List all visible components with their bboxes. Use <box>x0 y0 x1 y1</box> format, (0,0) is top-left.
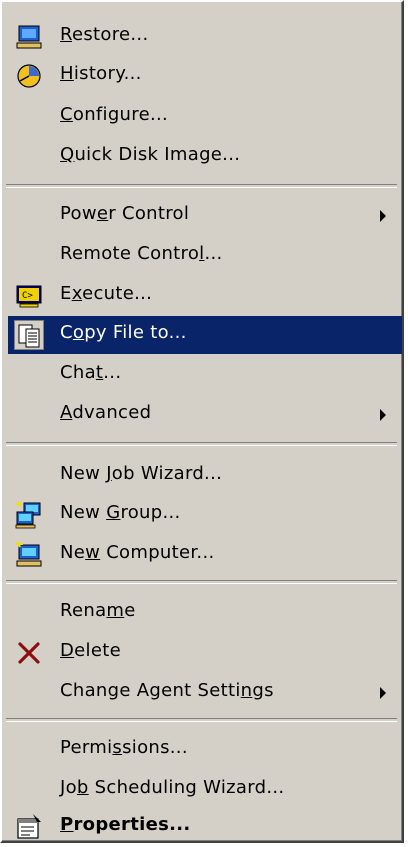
menu-item-copy-file-to[interactable]: Copy File to... <box>8 316 402 354</box>
properties-icon <box>14 812 44 842</box>
menu-item-advanced[interactable]: Advanced <box>8 396 402 434</box>
menu-item-power-control[interactable]: Power Control <box>8 197 402 235</box>
menu-item-label: Power Control <box>60 203 190 224</box>
submenu-arrow-icon <box>380 687 386 699</box>
menu-item-label: Change Agent Settings <box>60 680 274 701</box>
menu-item-delete[interactable]: Delete <box>8 634 402 672</box>
menu-item-history[interactable]: History... <box>8 57 402 95</box>
svg-text:C>: C> <box>22 291 33 301</box>
submenu-arrow-icon <box>380 210 386 222</box>
context-menu: Restore... History... Configure... Quick… <box>0 0 404 843</box>
menu-separator <box>6 580 397 584</box>
menu-item-label: Execute... <box>60 283 153 304</box>
menu-item-label: Delete <box>60 640 121 661</box>
menu-item-label: Chat... <box>60 362 122 383</box>
menu-separator <box>6 718 397 722</box>
menu-item-execute[interactable]: C> Execute... <box>8 277 402 315</box>
menu-item-properties[interactable]: Properties... <box>8 808 402 846</box>
menu-item-rename[interactable]: Rename <box>8 594 402 632</box>
delete-x-icon <box>14 638 44 668</box>
menu-item-job-scheduling-wizard[interactable]: Job Scheduling Wizard... <box>8 771 402 809</box>
copy-file-icon <box>14 320 44 350</box>
menu-separator <box>6 184 397 188</box>
menu-item-label: Rename <box>60 600 136 621</box>
menu-item-label: Permissions... <box>60 737 188 758</box>
computer-restore-icon <box>14 22 44 52</box>
menu-separator <box>6 442 397 446</box>
menu-item-label: Properties... <box>60 814 191 835</box>
new-group-icon <box>14 500 44 530</box>
menu-item-remote-control[interactable]: Remote Control... <box>8 237 402 275</box>
menu-item-label: Job Scheduling Wizard... <box>60 777 285 798</box>
history-clock-icon <box>14 61 44 91</box>
menu-item-label: New Job Wizard... <box>60 463 223 484</box>
menu-item-quick-disk-image[interactable]: Quick Disk Image... <box>8 138 402 176</box>
menu-item-chat[interactable]: Chat... <box>8 356 402 394</box>
submenu-arrow-icon <box>380 409 386 421</box>
menu-item-change-agent-settings[interactable]: Change Agent Settings <box>8 674 402 712</box>
context-menu-body: Restore... History... Configure... Quick… <box>2 2 402 841</box>
menu-item-new-group[interactable]: New Group... <box>8 496 402 534</box>
menu-item-label: Copy File to... <box>60 322 187 343</box>
menu-item-label: Quick Disk Image... <box>60 144 241 165</box>
menu-item-configure[interactable]: Configure... <box>8 98 402 136</box>
menu-item-label: History... <box>60 63 142 84</box>
execute-console-icon: C> <box>14 281 44 311</box>
menu-item-label: Advanced <box>60 402 152 423</box>
menu-item-label: New Group... <box>60 502 181 523</box>
menu-item-restore[interactable]: Restore... <box>8 18 402 56</box>
menu-item-new-computer[interactable]: New Computer... <box>8 536 402 574</box>
menu-item-label: Restore... <box>60 24 149 45</box>
menu-item-label: New Computer... <box>60 542 215 563</box>
menu-item-label: Configure... <box>60 104 169 125</box>
menu-item-permissions[interactable]: Permissions... <box>8 731 402 769</box>
menu-item-new-job-wizard[interactable]: New Job Wizard... <box>8 457 402 495</box>
menu-item-label: Remote Control... <box>60 243 223 264</box>
new-computer-icon <box>14 540 44 570</box>
